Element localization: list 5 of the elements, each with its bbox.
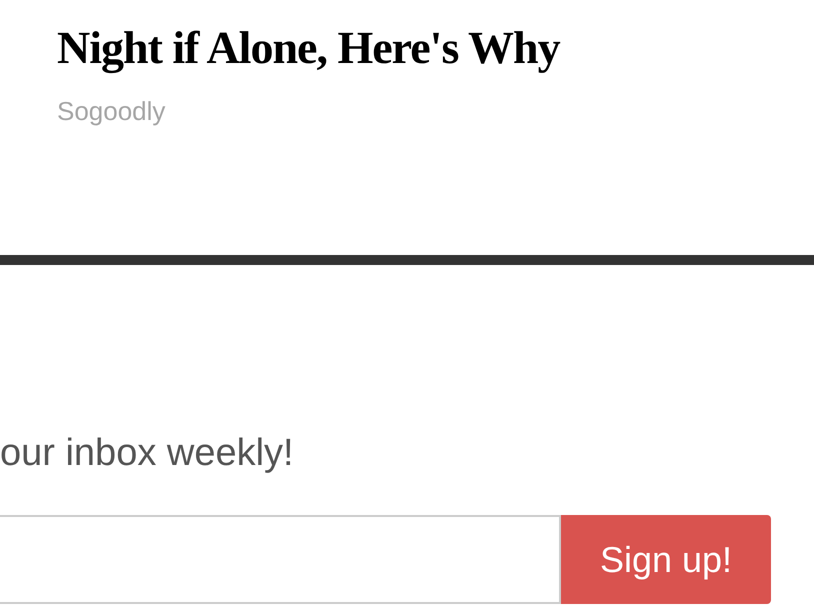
sign-up-button[interactable]: Sign up!	[561, 515, 771, 604]
email-field[interactable]	[0, 515, 561, 604]
article-source: Sogoodly	[57, 95, 166, 128]
article-headline[interactable]: Night if Alone, Here's Why	[57, 18, 560, 78]
newsletter-prompt: our inbox weekly!	[0, 431, 294, 475]
